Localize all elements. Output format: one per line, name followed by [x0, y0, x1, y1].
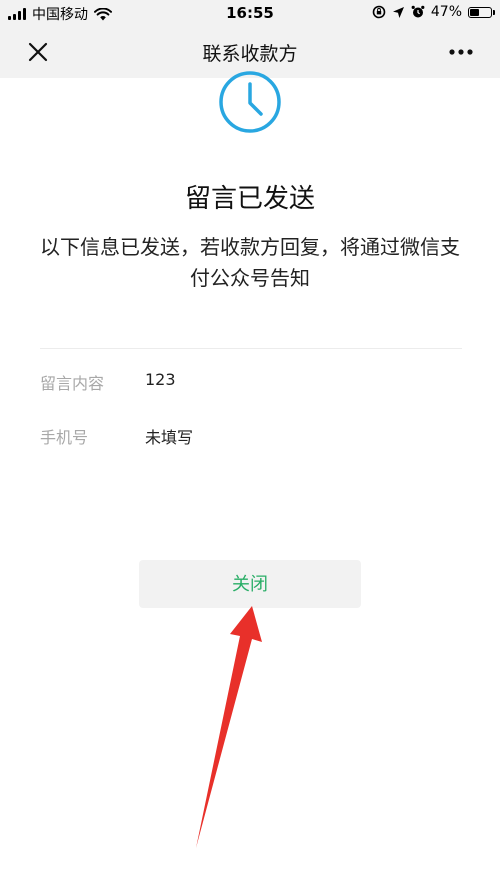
status-bar: 中国移动 16:55 47% — [0, 0, 500, 26]
result-title: 留言已发送 — [184, 184, 315, 214]
alarm-icon — [411, 5, 425, 18]
battery-percent: 47% — [430, 4, 462, 20]
close-button[interactable]: 关闭 — [139, 560, 361, 608]
more-icon[interactable] — [448, 40, 474, 64]
battery-icon — [468, 6, 495, 18]
clock-icon — [219, 71, 281, 133]
status-right: 47% — [372, 4, 495, 20]
detail-value: 123 — [145, 370, 176, 389]
location-icon — [392, 6, 404, 18]
rotation-lock-icon — [372, 5, 386, 19]
detail-label: 手机号 — [40, 428, 89, 447]
detail-row-phone: 手机号 未填写 — [40, 424, 460, 448]
detail-label: 留言内容 — [40, 374, 105, 393]
result-description: 以下信息已发送，若收款方回复，将通过微信支付公众号告知 — [40, 235, 460, 290]
detail-value: 未填写 — [145, 428, 194, 447]
detail-row-message: 留言内容 123 — [40, 370, 460, 394]
divider — [40, 348, 462, 349]
page-title: 联系收款方 — [202, 43, 298, 65]
